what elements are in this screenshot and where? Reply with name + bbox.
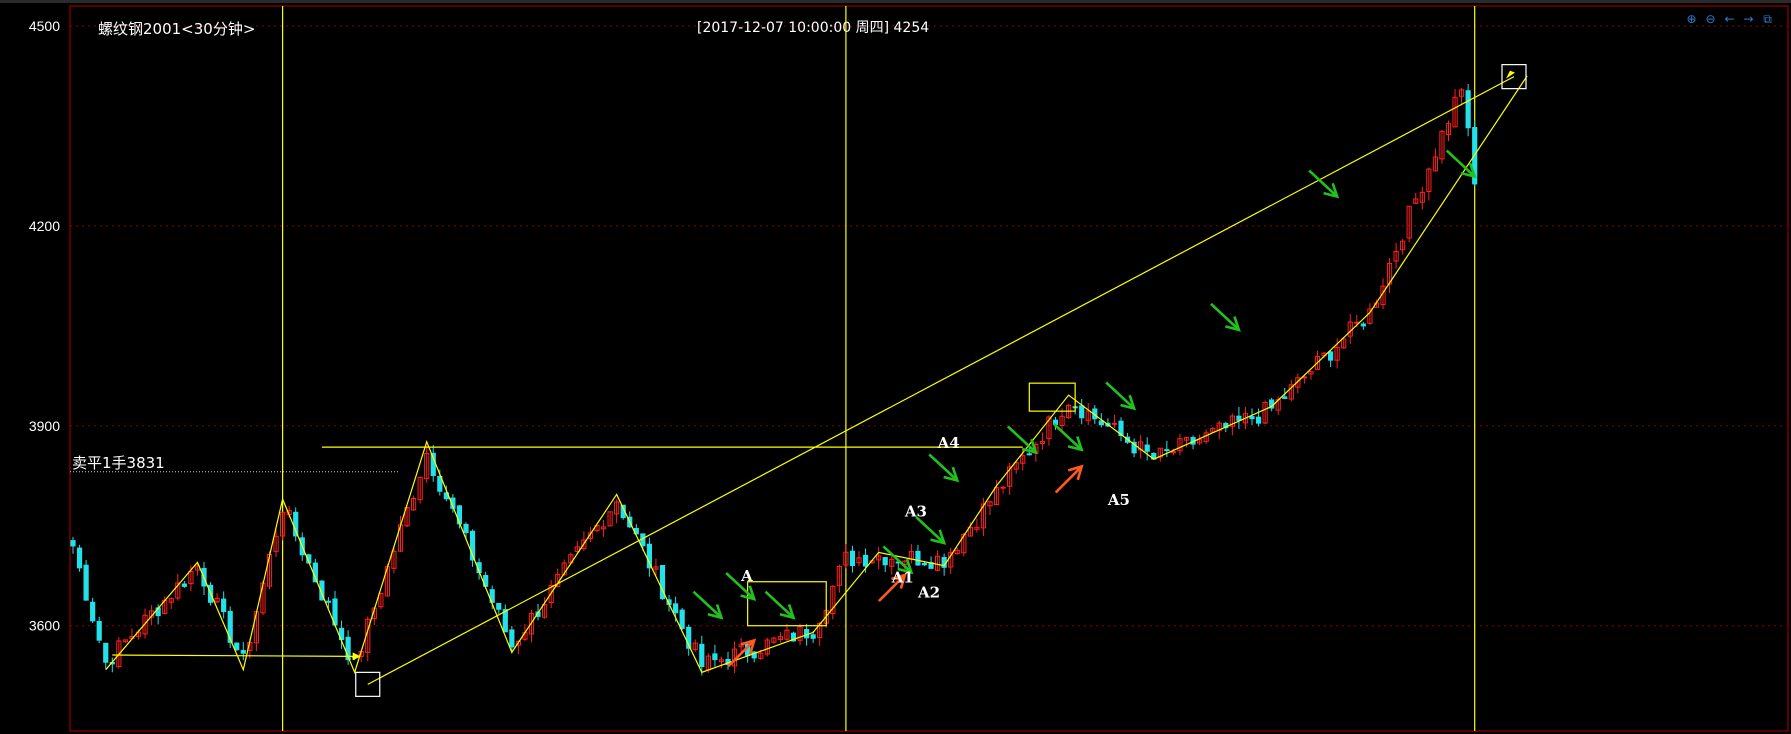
candle xyxy=(1360,323,1366,327)
candle xyxy=(293,511,299,537)
y-tick-label: 3900 xyxy=(29,418,60,434)
candle xyxy=(915,550,921,566)
arrow-right-icon[interactable]: → xyxy=(1741,12,1756,27)
candle xyxy=(679,609,685,629)
trend-line xyxy=(367,76,1515,685)
candle xyxy=(181,583,187,587)
candle xyxy=(646,543,652,569)
candle xyxy=(862,554,869,567)
range-box xyxy=(747,581,827,627)
zoom-out-icon[interactable]: ⊖ xyxy=(1703,12,1718,27)
green-arrow xyxy=(928,453,960,483)
candle xyxy=(921,562,928,566)
candle xyxy=(103,642,109,663)
green-arrow xyxy=(1445,149,1477,179)
marker-a4: A4 xyxy=(937,434,960,452)
candles-group xyxy=(70,84,1478,676)
candle xyxy=(1111,422,1118,425)
zigzag-line xyxy=(105,75,1528,675)
candle xyxy=(325,600,332,603)
candle xyxy=(810,634,816,639)
green-arrow xyxy=(915,516,947,545)
y-tick-label: 4200 xyxy=(29,218,60,234)
candle xyxy=(1144,444,1150,452)
marker-a5: A5 xyxy=(1107,491,1130,509)
green-arrow xyxy=(764,590,796,620)
arrow-left-icon[interactable]: ← xyxy=(1722,12,1737,27)
candle xyxy=(240,649,246,654)
candle xyxy=(1282,396,1288,399)
candle xyxy=(509,629,515,648)
candle xyxy=(1236,415,1242,421)
candle xyxy=(496,603,502,610)
green-arrow xyxy=(1006,425,1038,455)
candle xyxy=(1255,416,1262,424)
marker-a1: A1 xyxy=(891,568,914,586)
candle xyxy=(849,550,856,566)
candle xyxy=(1079,405,1085,419)
cursor-info: [2017-12-07 10:00:00 周四] 4254 xyxy=(697,20,929,36)
zoom-in-icon[interactable]: ⊕ xyxy=(1684,12,1699,27)
chart-title: 螺纹钢2001<30分钟> xyxy=(98,20,255,38)
candle xyxy=(1249,416,1255,420)
restore-icon[interactable]: ⧉ xyxy=(1760,12,1775,27)
marker-a: A xyxy=(740,567,753,585)
orange-arrow xyxy=(1054,464,1084,494)
order-line-label: 卖平1手3831 xyxy=(72,454,165,472)
candle xyxy=(463,523,469,534)
chart-toolbar: ⊕ ⊖ ← → ⧉ xyxy=(1684,12,1775,27)
candle xyxy=(673,603,679,614)
marker-a2: A2 xyxy=(917,584,940,602)
marker-a3: A3 xyxy=(904,502,927,520)
candle xyxy=(1465,90,1471,129)
candle xyxy=(96,620,102,641)
y-tick-label: 3600 xyxy=(29,618,60,634)
candle xyxy=(712,653,718,661)
kline-chart[interactable]: 4500 4200 3900 3600 螺纹钢2001<30分钟> [2017-12-07… xyxy=(0,0,1791,734)
candle xyxy=(234,642,240,651)
candle xyxy=(1164,449,1170,452)
plot-frame xyxy=(69,5,1789,732)
candle xyxy=(456,505,463,525)
candle xyxy=(70,540,76,547)
green-arrow xyxy=(1105,381,1137,411)
candle xyxy=(699,643,705,668)
green-arrow xyxy=(692,590,724,620)
candle xyxy=(1328,351,1334,361)
candle xyxy=(90,601,96,622)
green-arrow xyxy=(1210,302,1241,332)
green-arrow xyxy=(1052,422,1084,452)
y-tick-label: 4500 xyxy=(29,18,60,34)
candle xyxy=(83,564,89,601)
candle xyxy=(221,598,227,613)
candle xyxy=(882,557,888,566)
candle xyxy=(1026,453,1032,456)
candle xyxy=(502,609,508,633)
level-line xyxy=(112,654,355,657)
candle xyxy=(76,547,83,569)
